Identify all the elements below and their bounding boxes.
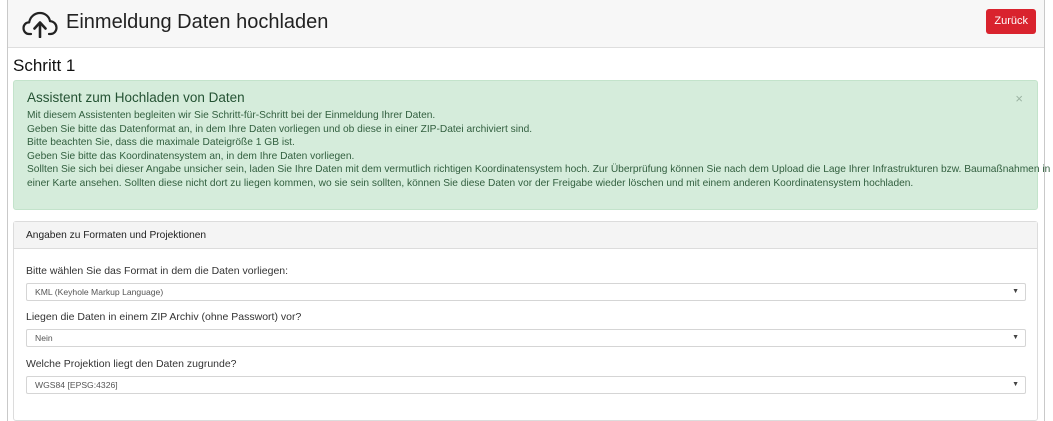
projection-select-value: WGS84 [EPSG:4326] (35, 380, 118, 390)
cloud-upload-icon (22, 11, 58, 38)
zip-select-value: Nein (35, 333, 53, 343)
step-title: Schritt 1 (13, 56, 76, 75)
app-frame: Einmeldung Daten hochladen Zurück Schrit… (7, 0, 1051, 421)
zip-select[interactable]: Nein ▼ (26, 329, 1026, 347)
page-title: Einmeldung Daten hochladen (66, 11, 329, 33)
zip-label: Liegen die Daten in einem ZIP Archiv (oh… (26, 311, 302, 323)
alert-text-line: Bitte beachten Sie, dass die maximale Da… (27, 137, 295, 149)
info-alert: Assistent zum Hochladen von Daten Mit di… (13, 80, 1051, 210)
format-select[interactable]: KML (Keyhole Markup Language) ▼ (26, 283, 1026, 301)
chevron-down-icon: ▼ (1012, 381, 1019, 388)
chevron-down-icon: ▼ (1012, 288, 1019, 295)
header-bar: Einmeldung Daten hochladen Zurück (8, 0, 1044, 48)
format-select-value: KML (Keyhole Markup Language) (35, 287, 164, 297)
card-header: Angaben zu Formaten und Projektionen (14, 222, 1037, 249)
alert-text-line: Sollten Sie sich bei dieser Angabe unsic… (27, 164, 1051, 176)
alert-text-line: einer Karte ansehen. Sollten diese nicht… (27, 177, 914, 189)
back-button[interactable]: Zurück (986, 9, 1036, 34)
format-projection-card: Angaben zu Formaten und Projektionen Bit… (13, 221, 1038, 421)
alert-text-line: Geben Sie bitte das Datenformat an, in d… (27, 123, 533, 135)
close-icon[interactable]: × (1015, 91, 1023, 106)
alert-text-line: Geben Sie bitte das Koordinatensystem an… (27, 150, 355, 162)
format-label: Bitte wählen Sie das Format in dem die D… (26, 265, 289, 277)
alert-text-line: Mit diesem Assistenten begleiten wir Sie… (27, 110, 436, 121)
projection-select[interactable]: WGS84 [EPSG:4326] ▼ (26, 376, 1026, 394)
alert-heading: Assistent zum Hochladen von Daten (27, 90, 245, 105)
chevron-down-icon: ▼ (1012, 334, 1019, 341)
projection-label: Welche Projektion liegt den Daten zugrun… (26, 358, 237, 370)
